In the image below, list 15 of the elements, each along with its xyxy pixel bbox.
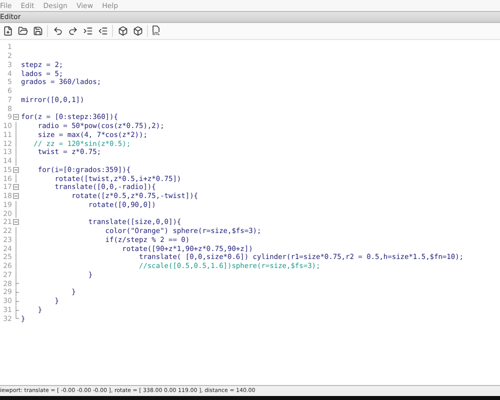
undo-button[interactable] [52, 25, 63, 37]
fold-toggle-icon[interactable] [13, 218, 19, 227]
fold-toggle-icon[interactable] [13, 166, 19, 174]
save-button[interactable] [32, 25, 43, 37]
fold-toggle-icon[interactable] [13, 192, 19, 200]
redo-button[interactable] [67, 25, 78, 37]
folder-button[interactable] [17, 25, 28, 37]
new-file-button[interactable] [2, 25, 13, 37]
indent-button[interactable] [82, 25, 93, 37]
fold-line [13, 174, 19, 183]
fold-toggle-icon[interactable] [13, 183, 19, 192]
unindent-button[interactable] [97, 25, 108, 37]
cube-button[interactable] [132, 25, 143, 37]
fold-toggle-icon[interactable] [13, 113, 19, 122]
cube-button[interactable] [117, 25, 128, 37]
